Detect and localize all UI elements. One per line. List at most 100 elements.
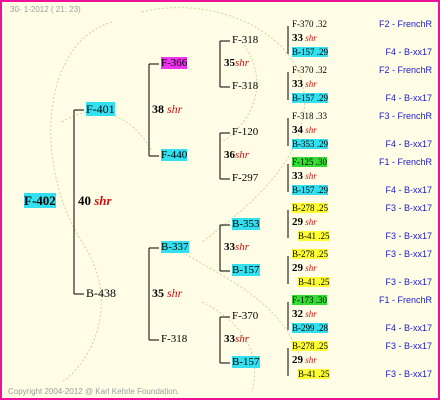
ia-value: 33 <box>292 32 303 44</box>
g5-mother-name: B-41 .25 <box>298 277 330 287</box>
queen-g4-7-name: F-370 <box>232 310 259 322</box>
queen-g4-2-name: F-318 <box>232 80 259 92</box>
g5-8-inbreeding: 29 shr <box>292 354 317 366</box>
g5-5-note-top: F3 - B-xx17 <box>362 203 432 213</box>
g5-4-father: F-125 .30 <box>292 157 328 167</box>
g5-7-father: F-173 .30 <box>292 295 328 305</box>
g5-2-inbreeding: 33 shr <box>292 78 317 90</box>
g5-mother-name: B-157 .29 <box>292 185 328 195</box>
queen-g4-7: F-370 <box>232 310 258 322</box>
g5-3-mother: B-353 .29 <box>292 139 328 149</box>
queen-g3-3: B-337 <box>161 241 189 253</box>
g5-father-name: F-370 .32 <box>292 19 328 29</box>
g5-note-bottom: F3 - B-xx17 <box>385 369 432 379</box>
ia-value: 33 <box>224 241 235 253</box>
queen-g4-4-name: F-297 <box>232 172 259 184</box>
g5-mother-name: B-299 .28 <box>292 323 328 333</box>
pedigree-frame: 30- 1-2012 ( 21: 23) F-402 40 shr F-401 … <box>0 0 440 400</box>
g5-5-note-bottom: F3 - B-xx17 <box>362 231 432 241</box>
g5-2-note-bottom: F4 - B-xx17 <box>362 93 432 103</box>
g5-8-note-top: F3 - B-xx17 <box>362 341 432 351</box>
g5-note-bottom: F4 - B-xx17 <box>385 185 432 195</box>
ia-value: 33 <box>292 78 303 90</box>
queen-g3-2-name: F-440 <box>161 149 188 161</box>
g5-note-bottom: F3 - B-xx17 <box>385 277 432 287</box>
g5-father-name: B-278 .25 <box>292 341 328 351</box>
g5-1-father: F-370 .32 <box>292 19 327 29</box>
g5-note-top: F1 - FrenchR <box>378 295 432 305</box>
g5-6-father: B-278 .25 <box>292 249 328 259</box>
g5-3-inbreeding: 34 shr <box>292 124 317 136</box>
queen-g2-2-name: B-438 <box>86 286 116 300</box>
g5-1-note-top: F2 - FrenchR <box>362 19 432 29</box>
queen-g1: F-402 <box>24 193 56 209</box>
shr-label: shr <box>235 57 250 69</box>
g5-note-bottom: F3 - B-xx17 <box>385 231 432 241</box>
queen-g3-4-name: F-318 <box>161 333 188 345</box>
g5-mother-name: B-157 .29 <box>292 93 328 103</box>
g5-4-note-bottom: F4 - B-xx17 <box>362 185 432 195</box>
g5-2-note-top: F2 - FrenchR <box>362 65 432 75</box>
queen-g2-2: B-438 <box>86 286 116 301</box>
shr-label: shr <box>167 286 183 300</box>
queen-g1-name: F-402 <box>24 193 56 208</box>
queen-g2-1-name: F-401 <box>86 102 115 116</box>
shr-label: shr <box>305 263 317 273</box>
g5-4-inbreeding: 33 shr <box>292 170 317 182</box>
g5-8-note-bottom: F3 - B-xx17 <box>362 369 432 379</box>
g5-8-mother: B-41 .25 <box>298 369 330 379</box>
g5-5-inbreeding: 29 shr <box>292 216 317 228</box>
g5-4-note-top: F1 - FrenchR <box>362 157 432 167</box>
queen-g3-1-inbreeding: 35shr <box>224 57 249 69</box>
g5-note-top: F3 - FrenchR <box>378 111 432 121</box>
shr-label: shr <box>235 149 250 161</box>
g5-5-father: B-278 .25 <box>292 203 328 213</box>
ia-value: 38 <box>152 102 164 116</box>
queen-g4-3-name: F-120 <box>232 126 259 138</box>
queen-g4-8: B-157 <box>232 356 260 368</box>
g5-6-inbreeding: 29 shr <box>292 262 317 274</box>
shr-label: shr <box>305 171 317 181</box>
g5-father-name: F-173 .30 <box>292 295 328 305</box>
g5-note-top: F2 - FrenchR <box>378 65 432 75</box>
g5-note-top: F2 - FrenchR <box>378 19 432 29</box>
ia-value: 40 <box>78 193 91 208</box>
queen-g4-8-name: B-157 <box>232 356 260 368</box>
g5-4-mother: B-157 .29 <box>292 185 328 195</box>
ia-value: 34 <box>292 124 303 136</box>
g5-mother-name: B-41 .25 <box>298 369 330 379</box>
ia-value: 29 <box>292 216 303 228</box>
g5-note-top: F1 - FrenchR <box>378 157 432 167</box>
shr-label: shr <box>305 217 317 227</box>
queen-g2-1-inbreeding: 38 shr <box>152 102 182 117</box>
queen-g3-2-inbreeding: 36shr <box>224 149 249 161</box>
ia-value: 35 <box>224 57 235 69</box>
queen-g4-6: B-157 <box>232 264 260 276</box>
queen-g4-6-name: B-157 <box>232 264 260 276</box>
g5-note-bottom: F4 - B-xx17 <box>385 323 432 333</box>
g5-note-top: F3 - B-xx17 <box>385 249 432 259</box>
g5-8-father: B-278 .25 <box>292 341 328 351</box>
queen-g1-inbreeding: 40 shr <box>78 193 112 209</box>
queen-g3-2: F-440 <box>161 149 188 161</box>
g5-2-mother: B-157 .29 <box>292 93 328 103</box>
g5-note-bottom: F4 - B-xx17 <box>385 93 432 103</box>
queen-g4-2: F-318 <box>232 80 258 92</box>
g5-3-note-top: F3 - FrenchR <box>362 111 432 121</box>
g5-mother-name: B-41 .25 <box>298 231 330 241</box>
g5-father-name: F-370 .32 <box>292 65 328 75</box>
queen-g4-4: F-297 <box>232 172 258 184</box>
ia-value: 35 <box>152 286 164 300</box>
shr-label: shr <box>235 333 250 345</box>
g5-1-inbreeding: 33 shr <box>292 32 317 44</box>
g5-6-mother: B-41 .25 <box>298 277 330 287</box>
shr-label: shr <box>305 125 317 135</box>
shr-label: shr <box>235 241 250 253</box>
ia-value: 29 <box>292 354 303 366</box>
queen-g3-1-name: F-366 <box>161 57 188 69</box>
queen-g3-3-name: B-337 <box>161 241 189 253</box>
report-timestamp: 30- 1-2012 ( 21: 23) <box>10 5 81 14</box>
shr-label: shr <box>167 102 183 116</box>
g5-note-top: F3 - B-xx17 <box>385 341 432 351</box>
ia-value: 33 <box>292 170 303 182</box>
